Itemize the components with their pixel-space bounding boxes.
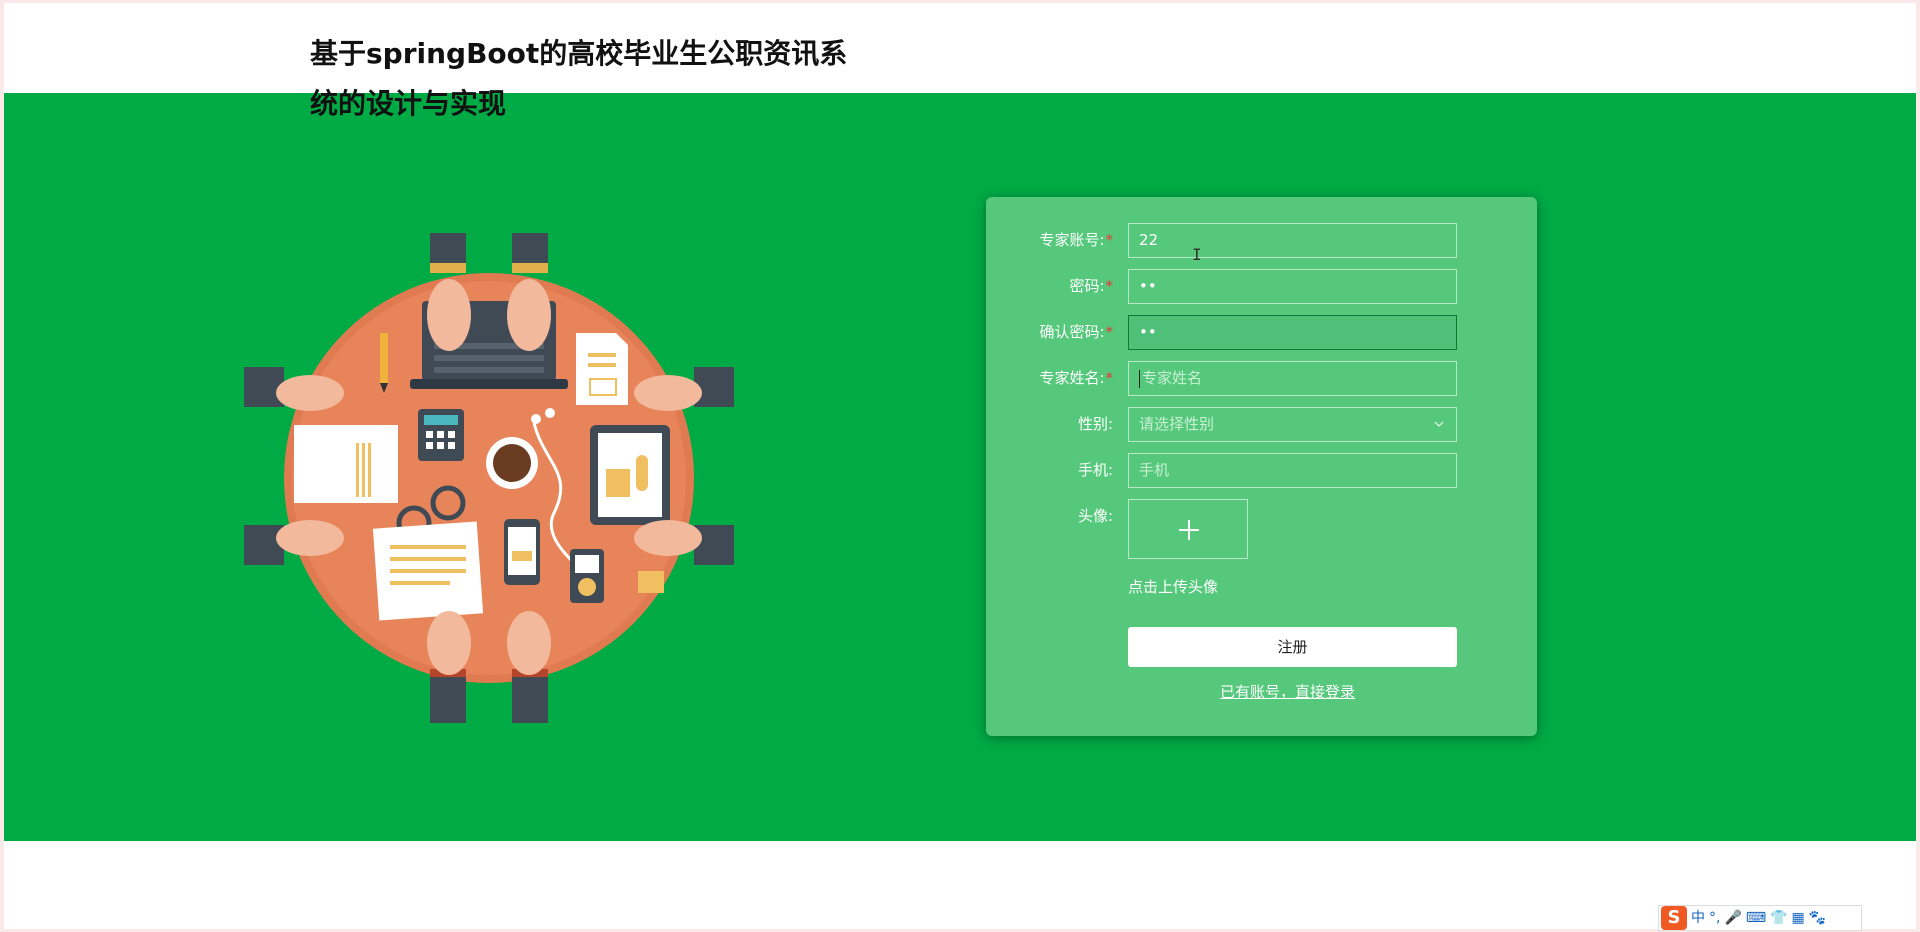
gender-label: 性别: bbox=[1077, 415, 1113, 433]
confirm-password-label: 确认密码:* bbox=[1039, 323, 1114, 341]
gender-placeholder: 请选择性别 bbox=[1139, 415, 1215, 433]
team-meeting-illustration bbox=[244, 233, 734, 723]
phone-label: 手机: bbox=[1077, 461, 1113, 479]
page: 基于springBoot的高校毕业生公职资讯系统的设计与实现 专家账号:* 22… bbox=[4, 3, 1916, 931]
phone-placeholder: 手机 bbox=[1139, 461, 1170, 479]
name-row: 专家姓名:* 专家姓名 bbox=[986, 361, 1537, 396]
text-caret bbox=[1139, 369, 1140, 388]
password-label: 密码:* bbox=[1069, 277, 1114, 295]
required-star: * bbox=[1105, 277, 1114, 295]
upload-hint: 点击上传头像 bbox=[1128, 578, 1219, 596]
upload-hint-row: 点击上传头像 bbox=[986, 577, 1537, 597]
mouse-cursor: I bbox=[1192, 245, 1202, 264]
avatar-label: 头像: bbox=[1077, 507, 1113, 525]
microphone-icon[interactable]: 🎤 bbox=[1724, 906, 1741, 930]
password-input[interactable]: •• bbox=[1128, 269, 1457, 304]
punctuation-icon[interactable]: °, bbox=[1709, 906, 1720, 930]
name-label: 专家姓名:* bbox=[1039, 369, 1114, 387]
banner: 专家账号:* 22 密码:* •• 确认密码:* •• 专家姓名:* 专家姓名 … bbox=[4, 93, 1916, 841]
phone-input[interactable]: 手机 bbox=[1128, 453, 1457, 488]
toolbox-icon[interactable]: ▦ bbox=[1792, 906, 1805, 930]
sogou-logo-icon[interactable]: S bbox=[1661, 906, 1687, 930]
confirm-password-row: 确认密码:* •• bbox=[986, 315, 1537, 350]
avatar-upload[interactable] bbox=[1128, 499, 1248, 559]
gender-select[interactable]: 请选择性别 bbox=[1128, 407, 1457, 442]
password-row: 密码:* •• bbox=[986, 269, 1537, 304]
login-link[interactable]: 已有账号，直接登录 bbox=[986, 681, 1537, 702]
confirm-password-input[interactable]: •• bbox=[1128, 315, 1457, 350]
gender-row: 性别: 请选择性别 bbox=[986, 407, 1537, 442]
pet-icon[interactable]: 🐾 bbox=[1809, 906, 1826, 930]
ime-mode[interactable]: 中 bbox=[1691, 906, 1705, 930]
name-placeholder: 专家姓名 bbox=[1142, 369, 1203, 387]
account-input[interactable]: 22 bbox=[1128, 223, 1457, 258]
account-label: 专家账号:* bbox=[1039, 231, 1114, 249]
skin-icon[interactable]: 👕 bbox=[1770, 906, 1787, 930]
register-button[interactable]: 注册 bbox=[1128, 627, 1457, 667]
required-star: * bbox=[1105, 231, 1114, 249]
account-row: 专家账号:* 22 bbox=[986, 223, 1537, 258]
header: 基于springBoot的高校毕业生公职资讯系统的设计与实现 bbox=[4, 3, 1916, 120]
phone-row: 手机: 手机 bbox=[986, 453, 1537, 488]
keyboard-icon[interactable]: ⌨ bbox=[1746, 906, 1766, 930]
avatar-row: 头像: bbox=[986, 499, 1537, 559]
site-title: 基于springBoot的高校毕业生公职资讯系统的设计与实现 bbox=[310, 37, 848, 120]
register-panel: 专家账号:* 22 密码:* •• 确认密码:* •• 专家姓名:* 专家姓名 … bbox=[986, 197, 1537, 736]
name-input[interactable]: 专家姓名 bbox=[1128, 361, 1457, 396]
ime-toolbar[interactable]: S 中 °, 🎤 ⌨ 👕 ▦ 🐾 bbox=[1658, 905, 1862, 931]
chevron-down-icon bbox=[1434, 421, 1444, 427]
required-star: * bbox=[1105, 323, 1114, 341]
required-star: * bbox=[1105, 369, 1114, 387]
